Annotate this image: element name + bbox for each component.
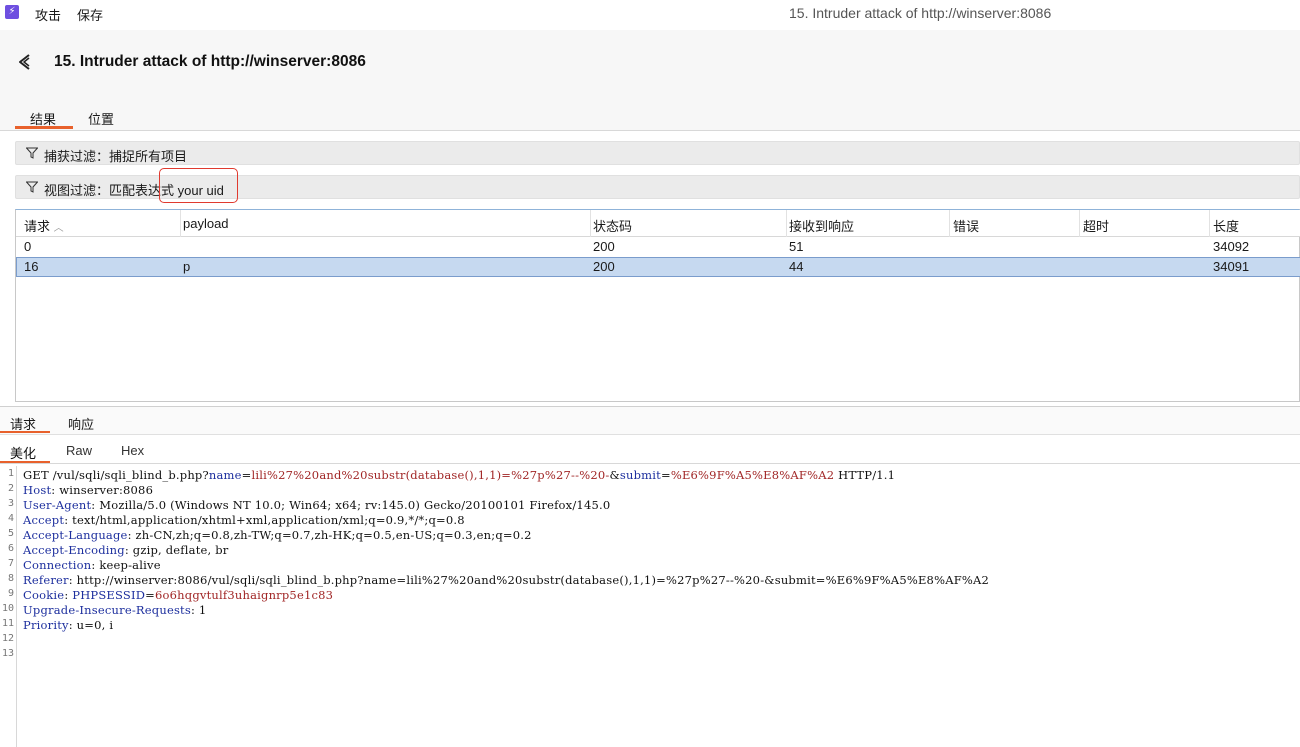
capture-filter-bar[interactable]: 捕获过滤：捕捉所有项目 xyxy=(15,141,1300,165)
line-number: 13 xyxy=(1,648,14,659)
code-line: User-Agent: Mozilla/5.0 (Windows NT 10.0… xyxy=(23,498,611,512)
cell-request: 0 xyxy=(24,239,32,254)
filter-icon xyxy=(26,147,38,159)
main-tabs: 结果 位置 xyxy=(0,102,1300,131)
menu-attack[interactable]: 攻击 xyxy=(35,5,61,24)
navigate-back-icon[interactable] xyxy=(16,52,36,72)
line-number: 8 xyxy=(7,573,14,584)
tab-pretty[interactable]: 美化 xyxy=(10,443,36,462)
code-line: Accept-Encoding: gzip, deflate, br xyxy=(23,543,229,557)
filter-icon xyxy=(26,181,38,193)
line-number: 3 xyxy=(7,498,14,509)
code-line: Referer: http://winserver:8086/vul/sqli/… xyxy=(23,573,990,587)
column-status[interactable]: 状态码 xyxy=(593,216,632,235)
line-number: 2 xyxy=(7,483,14,494)
capture-filter-text: 捕获过滤：捕捉所有项目 xyxy=(44,149,188,164)
view-mode-tabs: 美化 Raw Hex xyxy=(0,436,1300,464)
menu-save[interactable]: 保存 xyxy=(77,5,103,24)
table-row-selected[interactable]: 16 p 200 44 34091 xyxy=(16,257,1300,277)
line-number-gutter: 1 2 3 4 5 6 7 8 9 10 11 12 13 xyxy=(0,466,17,747)
code-line: Priority: u=0, i xyxy=(23,618,114,632)
active-tab-indicator xyxy=(15,126,73,129)
tab-hex[interactable]: Hex xyxy=(121,443,144,458)
column-error[interactable]: 错误 xyxy=(953,216,979,235)
table-row[interactable]: 0 200 51 34092 xyxy=(16,237,1300,257)
window-title: 15. Intruder attack of http://winserver:… xyxy=(789,5,1052,21)
cell-received: 44 xyxy=(789,259,804,274)
burp-logo-icon: ⚡ xyxy=(5,5,19,19)
line-number: 5 xyxy=(7,528,14,539)
column-timeout[interactable]: 超时 xyxy=(1083,216,1109,235)
cell-length: 34091 xyxy=(1213,259,1250,274)
page-title: 15. Intruder attack of http://winserver:… xyxy=(54,53,366,70)
cell-length: 34092 xyxy=(1213,239,1250,254)
active-view-tab-indicator xyxy=(0,461,50,463)
cell-payload: p xyxy=(183,259,191,274)
cell-received: 51 xyxy=(789,239,804,254)
cell-request: 16 xyxy=(24,259,39,274)
sort-ascending-icon: ︿ xyxy=(53,223,64,234)
line-number: 1 xyxy=(7,468,14,479)
message-tabs: 请求 响应 xyxy=(0,406,1300,435)
tab-raw[interactable]: Raw xyxy=(66,443,92,458)
line-number: 11 xyxy=(1,618,14,629)
code-line: Cookie: PHPSESSID=6o6hqgvtulf3uhaignrp5e… xyxy=(23,588,334,602)
active-message-tab-indicator xyxy=(0,431,50,433)
line-number: 12 xyxy=(1,633,14,644)
attack-header: 15. Intruder attack of http://winserver:… xyxy=(0,30,1300,102)
code-line: Host: winserver:8086 xyxy=(23,483,154,497)
line-number: 10 xyxy=(1,603,14,614)
code-line: GET /vul/sqli/sqli_blind_b.php?name=lili… xyxy=(23,468,896,482)
tab-positions[interactable]: 位置 xyxy=(88,109,114,128)
code-line: Accept-Language: zh-CN,zh;q=0.8,zh-TW;q=… xyxy=(23,528,532,542)
column-received[interactable]: 接收到响应 xyxy=(789,216,854,235)
column-request[interactable]: 请求 ︿ xyxy=(24,216,64,235)
line-number: 6 xyxy=(7,543,14,554)
cell-status: 200 xyxy=(593,239,615,254)
line-number: 4 xyxy=(7,513,14,524)
code-line: Connection: keep-alive xyxy=(23,558,161,572)
cell-status: 200 xyxy=(593,259,615,274)
highlight-box-filter xyxy=(159,168,238,203)
column-length[interactable]: 长度 xyxy=(1213,216,1239,235)
request-editor[interactable]: 1 2 3 4 5 6 7 8 9 10 11 12 13 GET /vul/sqli/sqli_bli… xyxy=(0,466,1300,747)
tab-response[interactable]: 响应 xyxy=(68,414,94,433)
code-line: Accept: text/html,application/xhtml+xml,… xyxy=(23,513,465,527)
results-table: 请求 ︿ payload 状态码 接收到响应 错误 超时 长度 0 200 51… xyxy=(15,209,1300,402)
line-number: 9 xyxy=(7,588,14,599)
column-payload[interactable]: payload xyxy=(183,216,229,231)
title-bar: ⚡ 攻击 保存 15. Intruder attack of http://wi… xyxy=(0,0,1300,28)
line-number: 7 xyxy=(7,558,14,569)
table-header: 请求 ︿ payload 状态码 接收到响应 错误 超时 长度 xyxy=(16,210,1300,237)
code-line: Upgrade-Insecure-Requests: 1 xyxy=(23,603,207,617)
view-filter-label: 视图过滤：匹配表达式 xyxy=(44,183,178,198)
